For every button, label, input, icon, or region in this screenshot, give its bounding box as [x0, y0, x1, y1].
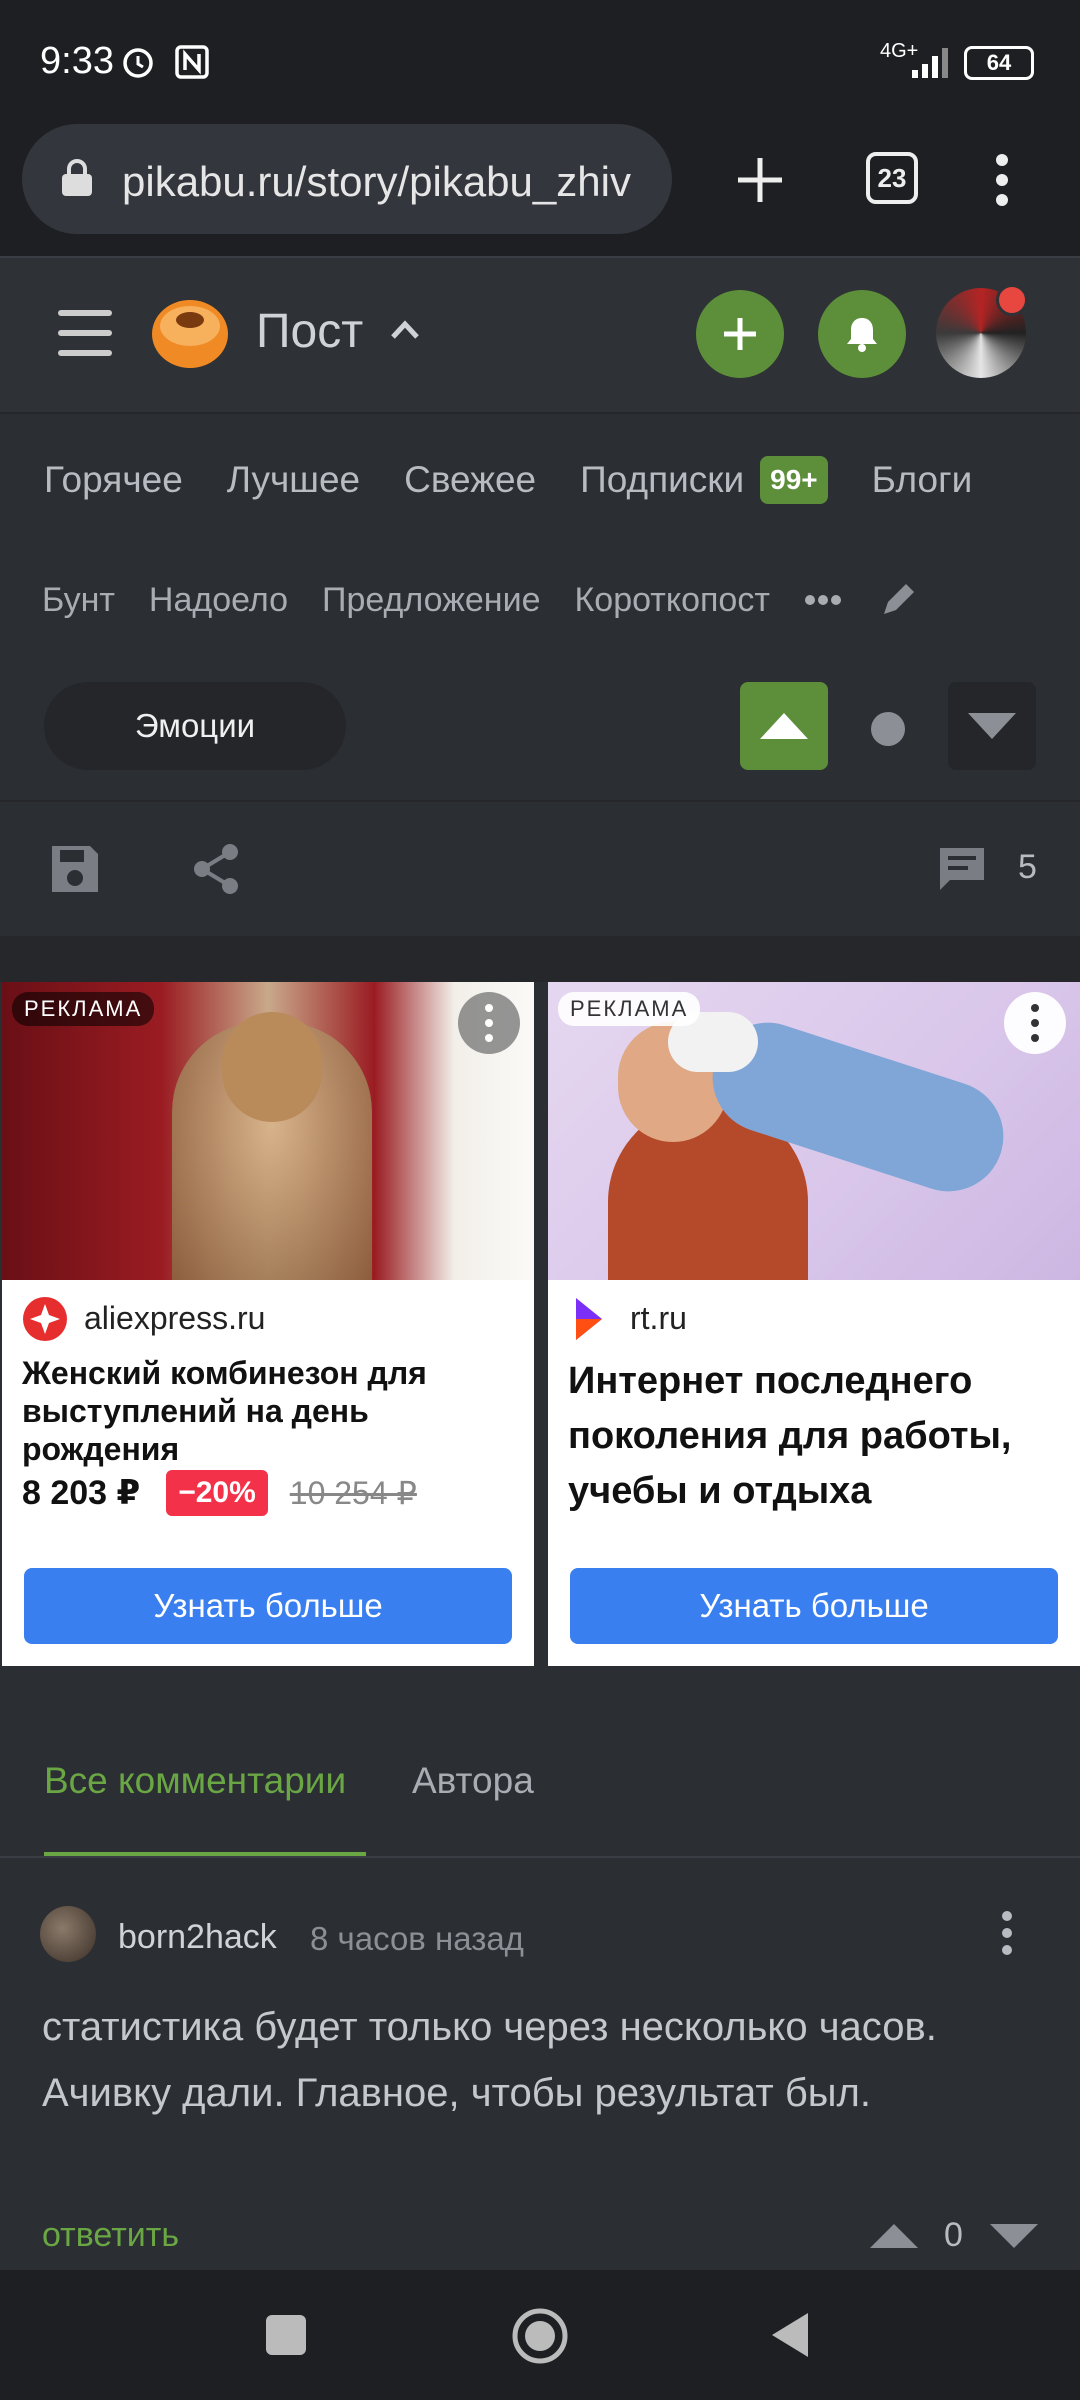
ad-title: Женский комбинезон для выступлений на де…: [22, 1355, 427, 1467]
ad-label: РЕКЛАМА: [12, 992, 155, 1026]
share-icon[interactable]: [190, 842, 242, 896]
ad-price: 8 203 ₽: [22, 1474, 141, 1512]
comment: born2hack 8 часов назад статистика будет…: [0, 1870, 1080, 2270]
bell-icon: [847, 318, 877, 352]
home-button[interactable]: [510, 2306, 570, 2366]
nav-best[interactable]: Лучшее: [227, 459, 360, 501]
recents-button[interactable]: [266, 2315, 306, 2355]
nav-blogs[interactable]: Блоги: [872, 459, 973, 501]
comment-menu-icon[interactable]: [1000, 1910, 1014, 1956]
ad-options-button[interactable]: [458, 992, 520, 1054]
reply-link[interactable]: ответить: [42, 2216, 179, 2255]
separator: [0, 936, 1080, 982]
tag-item[interactable]: Короткопост: [574, 581, 769, 620]
comments-icon[interactable]: [936, 844, 988, 894]
url-text: pikabu.ru/story/pikabu_zhiv: [122, 158, 631, 205]
ad-old-price: 10 254 ₽: [289, 1475, 417, 1511]
upvote-button[interactable]: [740, 682, 828, 770]
status-time: 9:33: [40, 40, 114, 82]
divider: [0, 800, 1080, 802]
tabs-switcher-button[interactable]: 23: [866, 152, 918, 204]
ad-image[interactable]: [548, 982, 1080, 1280]
more-vertical-icon: [485, 1004, 493, 1042]
nav-hot[interactable]: Горячее: [44, 459, 183, 501]
save-icon[interactable]: [48, 842, 102, 896]
more-tags-icon[interactable]: [804, 593, 842, 607]
hamburger-menu-icon[interactable]: [58, 308, 112, 358]
feed-nav: Горячее Лучшее Свежее Подписки 99+ Блоги: [0, 412, 1080, 552]
tag-item[interactable]: Надоело: [149, 581, 288, 620]
discount-badge: −20%: [166, 1470, 268, 1516]
more-vertical-icon: [1031, 1004, 1039, 1042]
divider: [0, 1856, 1080, 1858]
comment-time: 8 часов назад: [310, 1920, 524, 1957]
app-header: Пост: [0, 256, 1080, 412]
ad-domain: aliexpress.ru: [84, 1300, 266, 1336]
comment-tabs: Все комментарии Автора: [0, 1720, 1080, 1860]
comment-author[interactable]: born2hack: [118, 1918, 277, 1957]
downvote-button[interactable]: [948, 682, 1036, 770]
subscriptions-count-badge: 99+: [760, 456, 828, 504]
nav-fresh[interactable]: Свежее: [404, 459, 536, 501]
ad-domain: rt.ru: [630, 1300, 687, 1336]
tab-all-comments[interactable]: Все комментарии: [44, 1760, 346, 1802]
ad-image[interactable]: [2, 982, 534, 1280]
tag-item[interactable]: Бунт: [42, 581, 115, 620]
signal-icon: [912, 48, 948, 78]
ad-card[interactable]: РЕКЛАМА rt.ru Интернет последнего поколе…: [548, 982, 1080, 1666]
edit-tags-icon[interactable]: [878, 580, 918, 620]
plus-icon: [724, 318, 756, 350]
aliexpress-logo-icon: [23, 1297, 67, 1341]
pikabu-logo-icon[interactable]: [150, 294, 230, 370]
nav-subscriptions[interactable]: Подписки: [580, 459, 744, 501]
arrow-down-icon: [968, 713, 1016, 739]
comment-rating: 0: [944, 2216, 963, 2254]
ad-title: Интернет последнего поколения для работы…: [568, 1360, 1012, 1512]
comment-text: статистика будет только через несколько …: [42, 2005, 937, 2115]
alarm-icon: [123, 48, 153, 78]
browser-toolbar: pikabu.ru/story/pikabu_zhiv 23: [0, 120, 1080, 256]
tabs-count: 23: [877, 162, 907, 193]
ad-options-button[interactable]: [1004, 992, 1066, 1054]
emotions-button[interactable]: Эмоции: [44, 682, 346, 770]
page-title: Пост: [256, 305, 364, 358]
add-post-button[interactable]: [696, 290, 784, 378]
comment-upvote-icon[interactable]: [868, 2222, 920, 2250]
ad-card[interactable]: РЕКЛАМА aliexpress.ru Женский комбинезон…: [2, 982, 534, 1666]
comments-count: 5: [1018, 848, 1037, 886]
new-tab-icon[interactable]: [732, 152, 788, 208]
battery-level: 64: [986, 50, 1012, 75]
rt-logo-icon: [576, 1298, 602, 1340]
comment-downvote-icon[interactable]: [988, 2222, 1040, 2250]
tag-item[interactable]: Предложение: [322, 581, 540, 620]
battery-icon: 64: [964, 46, 1034, 80]
rating-dot: [871, 712, 905, 746]
post-tags: Бунт Надоело Предложение Короткопост: [0, 552, 1080, 652]
ad-cta-button[interactable]: Узнать больше: [570, 1568, 1058, 1644]
notifications-button[interactable]: [818, 290, 906, 378]
address-bar[interactable]: pikabu.ru/story/pikabu_zhiv: [22, 124, 672, 234]
browser-menu-icon[interactable]: [990, 150, 1014, 210]
avatar-notification-dot: [996, 284, 1028, 316]
nfc-icon: [175, 45, 209, 79]
system-navigation-bar: [0, 2270, 1080, 2400]
arrow-up-icon: [760, 713, 808, 739]
chevron-up-icon[interactable]: [390, 318, 420, 340]
commenter-avatar[interactable]: [40, 1906, 96, 1962]
lock-icon: [62, 159, 92, 196]
back-button[interactable]: [768, 2310, 812, 2360]
ad-label: РЕКЛАМА: [558, 992, 701, 1026]
ad-cta-button[interactable]: Узнать больше: [24, 1568, 512, 1644]
tab-author-comments[interactable]: Автора: [412, 1760, 534, 1802]
status-bar: 9:33 4G+ 64: [0, 0, 1080, 120]
